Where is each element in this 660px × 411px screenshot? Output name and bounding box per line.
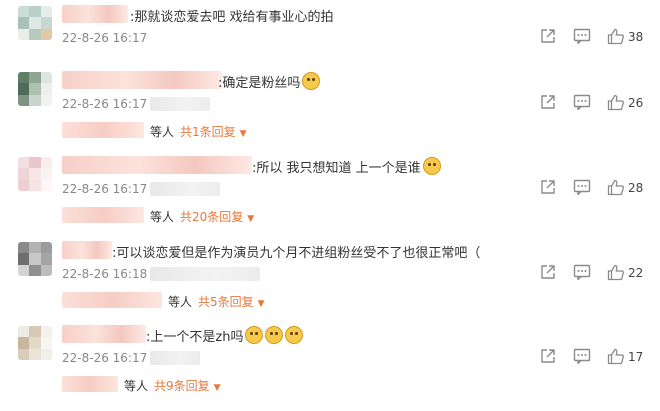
emoji-icon	[422, 157, 441, 175]
avatar[interactable]	[18, 326, 52, 360]
reply-summary[interactable]: 等人 共5条回复 ▼	[168, 293, 265, 310]
comment-actions: 38	[540, 28, 650, 48]
share-icon[interactable]	[540, 348, 556, 364]
like-icon[interactable]	[607, 94, 625, 111]
emoji-icon	[245, 326, 264, 344]
like-count: 22	[628, 266, 644, 280]
username-blurred[interactable]	[62, 5, 128, 23]
username-blurred[interactable]	[62, 156, 252, 174]
reply-users-blurred	[62, 292, 162, 308]
reply-users-blurred	[62, 207, 144, 223]
like-icon[interactable]	[607, 348, 625, 365]
reply-count-link[interactable]: 共9条回复	[154, 379, 210, 393]
comment-icon[interactable]	[573, 94, 591, 110]
comment-actions: 26	[540, 94, 650, 114]
comment-text: :确定是粉丝吗	[218, 72, 321, 91]
emoji-icon	[285, 326, 304, 344]
reply-count-link[interactable]: 共5条回复	[198, 295, 254, 309]
like-count: 28	[628, 181, 644, 195]
comment-time: 22-8-26 16:18	[62, 267, 148, 281]
blurred-source	[150, 267, 260, 281]
like-count: 26	[628, 96, 644, 110]
reply-etc: 等人	[124, 379, 149, 393]
comment-time: 22-8-26 16:17	[62, 31, 148, 45]
reply-etc: 等人	[150, 125, 175, 139]
chevron-down-icon[interactable]: ▼	[258, 299, 265, 309]
comment-time: 22-8-26 16:17	[62, 351, 148, 365]
chevron-down-icon[interactable]: ▼	[214, 383, 221, 393]
blurred-source	[150, 182, 220, 196]
comment-actions: 22	[540, 264, 650, 284]
username-blurred[interactable]	[62, 71, 222, 89]
reply-etc: 等人	[168, 295, 193, 309]
avatar[interactable]	[18, 157, 52, 191]
chevron-down-icon[interactable]: ▼	[240, 129, 247, 139]
share-icon[interactable]	[540, 28, 556, 44]
like-icon[interactable]	[607, 264, 625, 281]
chevron-down-icon[interactable]: ▼	[247, 214, 254, 224]
share-icon[interactable]	[540, 179, 556, 195]
username-blurred[interactable]	[62, 241, 112, 259]
blurred-source	[150, 351, 200, 365]
like-count: 17	[628, 350, 644, 364]
emoji-icon	[265, 326, 284, 344]
comment-time: 22-8-26 16:17	[62, 182, 148, 196]
emoji-icon	[302, 72, 321, 90]
comment-actions: 28	[540, 179, 650, 199]
reply-users-blurred	[62, 376, 118, 392]
like-icon[interactable]	[607, 28, 625, 45]
avatar[interactable]	[18, 6, 52, 40]
comment-text: :可以谈恋爱但是作为演员九个月不进组粉丝受不了也很正常吧（	[112, 246, 481, 261]
comment-icon[interactable]	[573, 264, 591, 280]
comment-icon[interactable]	[573, 348, 591, 364]
reply-count-link[interactable]: 共20条回复	[180, 210, 243, 224]
reply-summary[interactable]: 等人 共1条回复 ▼	[150, 123, 247, 140]
reply-summary[interactable]: 等人 共9条回复 ▼	[124, 377, 221, 394]
comment-actions: 17	[540, 348, 650, 368]
comment-icon[interactable]	[573, 28, 591, 44]
comment-text: :那就谈恋爱去吧 戏给有事业心的拍	[130, 10, 334, 25]
comment-text: :上一个不是zh吗	[146, 326, 304, 345]
reply-count-link[interactable]: 共1条回复	[180, 125, 236, 139]
share-icon[interactable]	[540, 264, 556, 280]
like-count: 38	[628, 30, 644, 44]
avatar[interactable]	[18, 242, 52, 276]
blurred-source	[150, 97, 210, 111]
comment-time: 22-8-26 16:17	[62, 97, 148, 111]
reply-users-blurred	[62, 122, 144, 138]
share-icon[interactable]	[540, 94, 556, 110]
comment-text: :所以 我只想知道 上一个是谁	[252, 157, 441, 176]
like-icon[interactable]	[607, 179, 625, 196]
reply-etc: 等人	[150, 210, 175, 224]
username-blurred[interactable]	[62, 325, 146, 343]
reply-summary[interactable]: 等人 共20条回复 ▼	[150, 208, 254, 225]
comment-icon[interactable]	[573, 179, 591, 195]
avatar[interactable]	[18, 72, 52, 106]
